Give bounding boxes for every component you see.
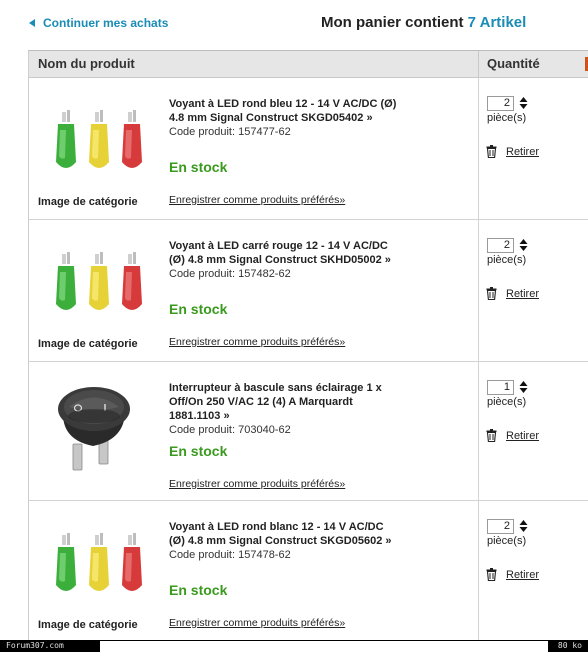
product-title-link[interactable]: Voyant à LED rond blanc 12 - 14 V AC/DC … (169, 520, 399, 548)
trash-icon (486, 429, 497, 442)
quantity-input[interactable]: 1 (487, 380, 514, 395)
product-info: Voyant à LED carré rouge 12 - 14 V AC/DC… (169, 239, 399, 281)
quantity-spinner-icon[interactable] (519, 380, 528, 394)
column-header-quantity: Quantité (487, 56, 540, 71)
table-header: Nom du produit Quantité (29, 51, 588, 78)
footer-strip (100, 641, 548, 652)
product-info: Voyant à LED rond blanc 12 - 14 V AC/DC … (169, 520, 399, 562)
table-row: Image de catégorie Voyant à LED carré ro… (29, 220, 588, 362)
cart-table: Nom du produit Quantité Image de catégor… (28, 50, 588, 643)
cart-title: Mon panier contient 7 Artikel (321, 14, 526, 31)
table-row: Image de catégorie Voyant à LED rond bla… (29, 501, 588, 643)
cart-count: 7 Artikel (467, 14, 527, 31)
remove-label: Retirer (506, 429, 540, 442)
save-favorite-link[interactable]: Enregistrer comme produits préférés» (169, 194, 345, 206)
save-favorite-link[interactable]: Enregistrer comme produits préférés» (169, 478, 345, 490)
product-code: Code produit: 703040-62 (169, 424, 291, 436)
quantity-input[interactable]: 2 (487, 519, 514, 534)
footer-bar: Forum307.com 80 ko (0, 640, 588, 652)
remove-label: Retirer (506, 568, 540, 581)
product-title-link[interactable]: Interrupteur à bascule sans éclairage 1 … (169, 381, 399, 423)
image-category-label: Image de catégorie (38, 619, 138, 631)
product-info: Voyant à LED rond bleu 12 - 14 V AC/DC (… (169, 97, 399, 139)
quantity-spinner-icon[interactable] (519, 96, 528, 110)
image-category-label: Image de catégorie (38, 338, 138, 350)
quantity-spinner-icon[interactable] (519, 519, 528, 533)
product-thumbnail-led-indicators[interactable] (39, 523, 151, 611)
product-code: Code produit: 157477-62 (169, 126, 291, 138)
product-title-link[interactable]: Voyant à LED carré rouge 12 - 14 V AC/DC… (169, 239, 399, 267)
footer-size: 80 ko (557, 641, 582, 650)
trash-icon (486, 145, 497, 158)
stock-status: En stock (169, 159, 228, 175)
save-favorite-link[interactable]: Enregistrer comme produits préférés» (169, 617, 345, 629)
remove-button[interactable]: Retirer (486, 568, 539, 581)
quantity-spinner-icon[interactable] (519, 238, 528, 252)
product-info: Interrupteur à bascule sans éclairage 1 … (169, 381, 399, 437)
trash-icon (486, 287, 497, 300)
product-code: Code produit: 157482-62 (169, 268, 291, 280)
trash-icon (486, 568, 497, 581)
remove-label: Retirer (506, 287, 540, 300)
product-thumbnail-rocker-switch[interactable] (39, 374, 151, 478)
table-row: Image de catégorie Voyant à LED rond ble… (29, 78, 588, 220)
product-code: Code produit: 157478-62 (169, 549, 291, 561)
quantity-unit: pièce(s) (487, 254, 527, 266)
product-thumbnail-led-indicators[interactable] (39, 100, 151, 188)
stock-status: En stock (169, 301, 228, 317)
remove-button[interactable]: Retirer (486, 287, 539, 300)
quantity-unit: pièce(s) (487, 112, 527, 124)
cart-title-prefix: Mon panier contient (321, 14, 464, 31)
continue-shopping-link[interactable]: Continuer mes achats (29, 16, 168, 30)
footer-site: Forum307.com (0, 640, 100, 652)
product-title-link[interactable]: Voyant à LED rond bleu 12 - 14 V AC/DC (… (169, 97, 399, 125)
continue-shopping-label: Continuer mes achats (43, 16, 169, 30)
product-thumbnail-led-indicators[interactable] (39, 242, 151, 330)
column-header-quantity-cell: Quantité (478, 51, 588, 77)
stock-status: En stock (169, 582, 228, 598)
table-row: Interrupteur à bascule sans éclairage 1 … (29, 362, 588, 501)
arrow-left-icon (29, 19, 35, 27)
quantity-unit: pièce(s) (487, 535, 527, 547)
save-favorite-link[interactable]: Enregistrer comme produits préférés» (169, 336, 345, 348)
quantity-unit: pièce(s) (487, 396, 527, 408)
column-header-product: Nom du produit (38, 56, 135, 71)
stock-status: En stock (169, 443, 228, 459)
remove-button[interactable]: Retirer (486, 145, 539, 158)
remove-button[interactable]: Retirer (486, 429, 539, 442)
quantity-input[interactable]: 2 (487, 96, 514, 111)
remove-label: Retirer (506, 145, 540, 158)
quantity-input[interactable]: 2 (487, 238, 514, 253)
top-bar: Continuer mes achats Mon panier contient… (0, 0, 588, 50)
image-category-label: Image de catégorie (38, 196, 138, 208)
